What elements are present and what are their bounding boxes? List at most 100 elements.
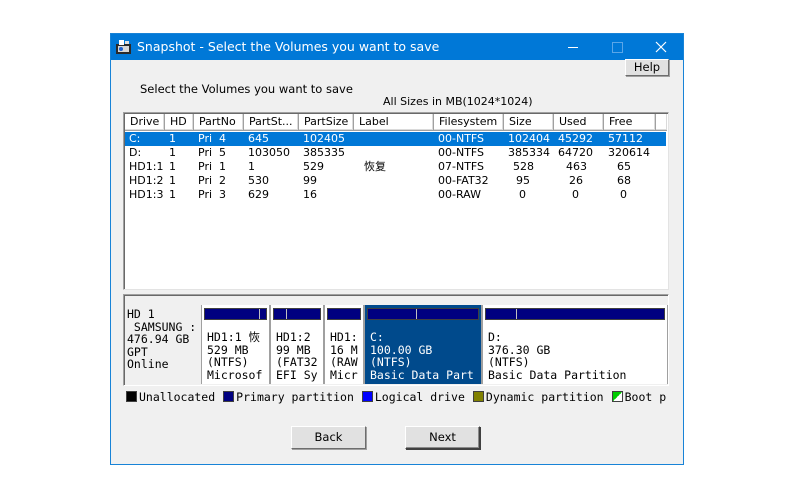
disk-map: HD 1 SAMSUNG : 476.94 GB GPT Online HD1:…	[123, 294, 669, 386]
partition-usage-bar	[367, 308, 479, 320]
partition-usage-bar	[327, 308, 361, 320]
column-header-hd[interactable]: HD	[165, 114, 194, 131]
cell-drive: HD1:3	[125, 188, 165, 202]
partition-usage-fill	[368, 309, 417, 319]
legend-label: Logical drive	[375, 390, 465, 404]
instruction-label: Select the Volumes you want to save	[140, 82, 353, 96]
legend-logical: Logical drive	[362, 390, 465, 404]
legend-primary: Primary partition	[223, 390, 354, 404]
legend-swatch-icon	[362, 391, 373, 402]
partition-text: C: 100.00 GB (NTFS) Basic Data Part	[370, 331, 474, 381]
window-title: Snapshot - Select the Volumes you want t…	[137, 39, 439, 54]
partition-desc: Basic Data Part	[370, 368, 474, 382]
cell-partno: Pri 4	[194, 132, 244, 146]
column-header-filler	[656, 114, 667, 131]
table-row[interactable]: HD1:1 1 Pri 1 1 529 恢复 07-NTFS 528 463 6…	[125, 160, 667, 174]
disk-status: Online	[127, 357, 169, 371]
cell-partstart: 645	[244, 132, 299, 146]
cell-partsize: 16	[299, 188, 354, 202]
column-header-filesystem[interactable]: Filesystem	[434, 114, 504, 131]
table-row[interactable]: C: 1 Pri 4 645 102405 00-NTFS 102404 452…	[125, 132, 666, 146]
cell-used: 45292	[554, 132, 604, 146]
cell-used: 0	[554, 188, 604, 202]
partition-block[interactable]: HD1:2 99 MB (FAT32 EFI Sy	[270, 305, 324, 384]
cell-hd: 1	[165, 146, 194, 160]
cell-partsize: 99	[299, 174, 354, 188]
cell-partno: Pri 2	[194, 174, 244, 188]
cell-drive: HD1:2	[125, 174, 165, 188]
cell-label	[354, 174, 434, 188]
legend-label: Dynamic partition	[486, 390, 604, 404]
column-header-partstart[interactable]: PartSt...	[244, 114, 299, 131]
column-header-partsize[interactable]: PartSize	[299, 114, 354, 131]
column-header-partno[interactable]: PartNo	[194, 114, 244, 131]
cell-free: 57112	[604, 132, 656, 146]
cell-filesystem: 00-RAW	[434, 188, 504, 202]
partition-usage-bar	[204, 308, 267, 320]
cell-partsize: 385335	[299, 146, 354, 160]
cell-size: 0	[504, 188, 554, 202]
app-icon	[116, 40, 131, 54]
partition-usage-fill	[486, 309, 517, 319]
partition-usage-bar	[273, 308, 321, 320]
cell-filesystem: 00-NTFS	[434, 132, 504, 146]
cell-used: 463	[554, 160, 604, 174]
next-button[interactable]: Next	[405, 426, 480, 449]
cell-free: 65	[604, 160, 656, 174]
cell-partno: Pri 3	[194, 188, 244, 202]
close-button[interactable]	[639, 34, 683, 60]
cell-size: 95	[504, 174, 554, 188]
column-header-used[interactable]: Used	[554, 114, 604, 131]
cell-partno: Pri 1	[194, 160, 244, 174]
cell-partsize: 529	[299, 160, 354, 174]
cell-hd: 1	[165, 174, 194, 188]
cell-partstart: 103050	[244, 146, 299, 160]
partition-usage-bar	[485, 308, 665, 320]
partition-text: HD1:1 恢 529 MB (NTFS) Microsof	[207, 331, 262, 381]
cell-size: 102404	[504, 132, 554, 146]
cell-label: 恢复	[354, 160, 434, 174]
partition-desc: Microsof	[207, 368, 262, 382]
cell-label	[354, 132, 434, 146]
cell-size: 385334	[504, 146, 554, 160]
help-button[interactable]: Help	[625, 59, 669, 76]
legend-label: Boot p	[625, 390, 667, 404]
table-row[interactable]: HD1:2 1 Pri 2 530 99 00-FAT32 95 26 68	[125, 174, 667, 188]
legend-swatch-icon	[126, 391, 137, 402]
legend-swatch-icon	[223, 391, 234, 402]
close-icon	[655, 41, 667, 53]
cell-drive: C:	[125, 132, 165, 146]
list-rows: C: 1 Pri 4 645 102405 00-NTFS 102404 452…	[125, 132, 667, 202]
cell-used: 26	[554, 174, 604, 188]
table-row[interactable]: HD1:3 1 Pri 3 629 16 00-RAW 0 0 0	[125, 188, 667, 202]
table-row[interactable]: D: 1 Pri 5 103050 385335 00-NTFS 385334 …	[125, 146, 667, 160]
cell-label	[354, 188, 434, 202]
disk-info[interactable]: HD 1 SAMSUNG : 476.94 GB GPT Online	[127, 308, 201, 384]
cell-free: 68	[604, 174, 656, 188]
partition-block[interactable]: HD1:1 恢 529 MB (NTFS) Microsof	[201, 305, 270, 384]
cell-partstart: 530	[244, 174, 299, 188]
column-header-drive[interactable]: Drive	[125, 114, 165, 131]
partition-text: HD1:2 99 MB (FAT32 EFI Sy	[276, 331, 318, 381]
legend-swatch-icon	[612, 391, 623, 402]
legend-unallocated: Unallocated	[126, 390, 215, 404]
back-button[interactable]: Back	[291, 426, 366, 449]
snapshot-dialog: Snapshot - Select the Volumes you want t…	[110, 33, 684, 465]
column-header-size[interactable]: Size	[504, 114, 554, 131]
column-header-free[interactable]: Free	[604, 114, 656, 131]
cell-partstart: 629	[244, 188, 299, 202]
volumes-list[interactable]: Drive HD PartNo PartSt... PartSize Label…	[123, 112, 669, 290]
partition-block[interactable]: D: 376.30 GB (NTFS) Basic Data Partition	[482, 305, 668, 384]
partition-block-selected[interactable]: C: 100.00 GB (NTFS) Basic Data Part	[364, 305, 482, 384]
column-header-label[interactable]: Label	[354, 114, 434, 131]
cell-hd: 1	[165, 132, 194, 146]
minimize-button[interactable]	[551, 34, 595, 60]
cell-drive: HD1:1	[125, 160, 165, 174]
partition-block[interactable]: HD1: 16 M (RAW Micr	[324, 305, 364, 384]
cell-free: 0	[604, 188, 656, 202]
title-bar[interactable]: Snapshot - Select the Volumes you want t…	[111, 34, 683, 60]
list-header: Drive HD PartNo PartSt... PartSize Label…	[125, 114, 667, 131]
legend-label: Primary partition	[236, 390, 354, 404]
partition-text: D: 376.30 GB (NTFS) Basic Data Partition	[488, 331, 626, 381]
sizes-note: All Sizes in MB(1024*1024)	[383, 95, 533, 108]
